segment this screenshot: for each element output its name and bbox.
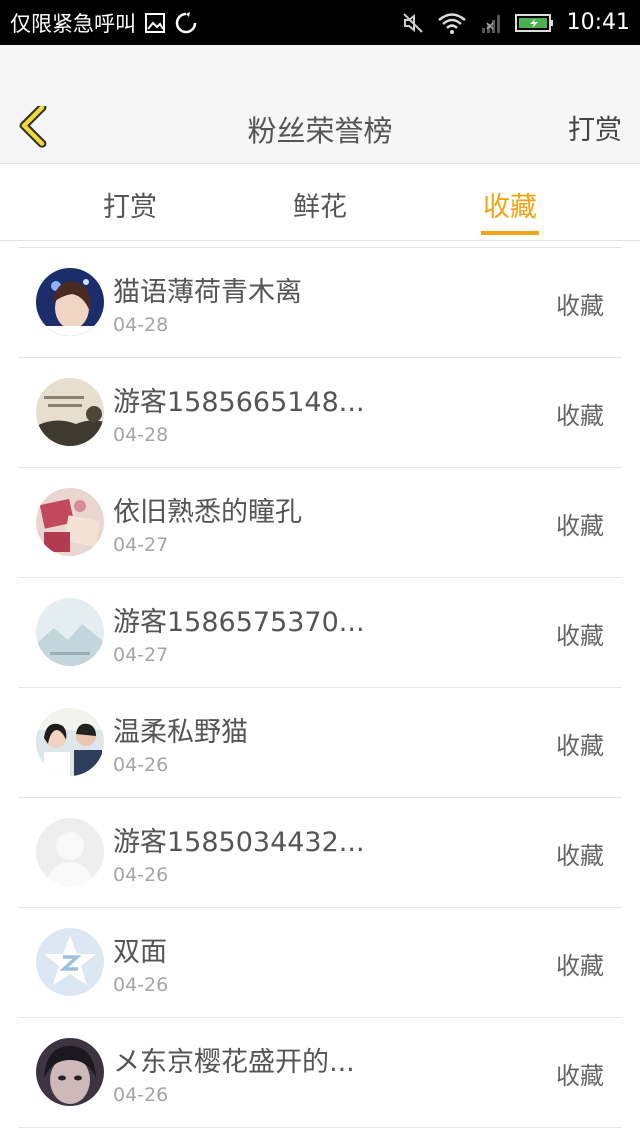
fan-action: 收藏 [556,292,604,320]
tab-bar: 打赏 鲜花 收藏 [0,165,640,241]
battery-icon [514,12,555,34]
star-icon [36,928,104,996]
avatar [36,268,104,336]
avatar [36,1038,104,1106]
list-item[interactable]: 温柔私野猫 04-26 收藏 [18,688,622,798]
tab-favorites[interactable]: 收藏 [450,185,570,224]
status-bar: 仅限紧急呼叫 10:41 [0,0,640,45]
fan-list: 猫语薄荷青木离 04-28 收藏 游客1585665148... 04-28 收… [0,247,640,1128]
fan-name: 游客1585034432... [113,827,365,858]
app-header: 粉丝荣誉榜 打赏 [0,100,640,164]
list-item[interactable]: 猫语薄荷青木离 04-28 收藏 [18,247,622,358]
fan-date: 04-26 [113,974,169,996]
fan-action: 收藏 [556,512,604,540]
mute-icon [401,11,425,35]
fan-date: 04-26 [113,754,169,776]
fan-action: 收藏 [556,1062,604,1090]
avatar [36,488,104,556]
image-icon [144,12,166,34]
fan-name: メ东京樱花盛开的... [113,1047,355,1078]
fan-date: 04-28 [113,424,169,446]
carrier-text: 仅限紧急呼叫 [10,11,136,36]
page-title: 粉丝荣誉榜 [247,114,393,148]
avatar [36,598,104,666]
fan-name: 双面 [113,937,167,968]
avatar [36,818,104,886]
signal-icon [479,11,503,35]
list-item[interactable]: 依旧熟悉的瞳孔 04-27 收藏 [18,468,622,578]
status-spacer [0,45,640,100]
sync-icon [174,11,198,35]
tab-flowers[interactable]: 鲜花 [260,185,380,224]
fan-name: 依旧熟悉的瞳孔 [113,497,302,528]
fan-name: 温柔私野猫 [113,717,248,748]
default-user-icon [36,818,104,886]
list-item[interactable]: 双面 04-26 收藏 [18,908,622,1018]
list-item[interactable]: メ东京樱花盛开的... 04-26 收藏 [18,1018,622,1128]
avatar [36,378,104,446]
list-item[interactable]: 游客1585034432... 04-26 收藏 [18,798,622,908]
fan-name: 游客1586575370... [113,607,365,638]
fan-name: 游客1585665148... [113,387,365,418]
fan-date: 04-27 [113,644,169,666]
fan-date: 04-27 [113,534,169,556]
wifi-icon [437,11,467,35]
tab-reward[interactable]: 打赏 [70,185,190,224]
fan-action: 收藏 [556,402,604,430]
fan-action: 收藏 [556,732,604,760]
fan-date: 04-26 [113,864,169,886]
fan-name: 猫语薄荷青木离 [113,277,302,308]
clock: 10:41 [566,10,630,35]
fan-date: 04-28 [113,314,169,336]
avatar [36,708,104,776]
fan-action: 收藏 [556,842,604,870]
fan-action: 收藏 [556,622,604,650]
list-item[interactable]: 游客1585665148... 04-28 收藏 [18,358,622,468]
fan-date: 04-26 [113,1084,169,1106]
list-item[interactable]: 游客1586575370... 04-27 收藏 [18,578,622,688]
active-tab-indicator [481,231,539,235]
fan-action: 收藏 [556,952,604,980]
reward-button[interactable]: 打赏 [568,108,622,147]
avatar [36,928,104,996]
